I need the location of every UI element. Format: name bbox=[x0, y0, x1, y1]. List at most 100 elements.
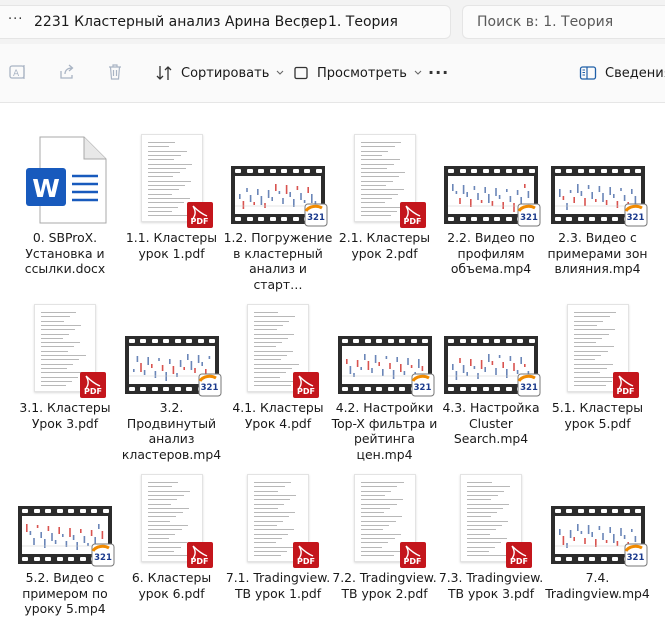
breadcrumb-current-folder[interactable]: 1. Теория bbox=[328, 14, 398, 30]
film-sprocket-hole bbox=[600, 557, 607, 561]
page-text-line bbox=[467, 503, 510, 505]
breadcrumb-parent-folder[interactable]: 2231 Кластерный анализ Арина Веспер bbox=[34, 14, 327, 30]
page-text-line bbox=[147, 503, 172, 505]
page-text-line bbox=[573, 342, 597, 344]
file-thumbnail: PDF bbox=[117, 468, 227, 568]
svg-text:A: A bbox=[13, 69, 20, 79]
file-name: 2.3. Видео с примерами зон влияния.mp4 bbox=[547, 230, 648, 276]
media-player-icon: 321 bbox=[90, 542, 116, 568]
sort-button[interactable]: Сортировать bbox=[155, 59, 292, 87]
file-name: 1.2. Погружение в кластерный анализ и ст… bbox=[223, 230, 333, 292]
chevron-right-icon[interactable] bbox=[300, 15, 310, 34]
film-sprocket-hole bbox=[612, 169, 618, 173]
pdf-badge-label: PDF bbox=[297, 387, 315, 396]
film-sprocket-hole bbox=[281, 217, 287, 221]
film-sprocket-hole bbox=[566, 509, 572, 513]
chevron-down-icon bbox=[276, 70, 284, 75]
svg-text:W: W bbox=[32, 174, 60, 203]
film-sprocket-hole bbox=[612, 557, 618, 561]
page-text-line bbox=[254, 372, 287, 374]
page-text-line bbox=[147, 494, 184, 496]
film-sprocket-hole bbox=[140, 387, 146, 391]
address-bar[interactable]: ··· 2231 Кластерный анализ Арина Веспер … bbox=[0, 5, 451, 39]
film-sprocket-hole bbox=[471, 339, 477, 343]
page-text-line bbox=[254, 490, 279, 492]
film-sprocket-hole bbox=[281, 169, 287, 173]
page-text-line bbox=[573, 337, 603, 339]
film-sprocket-hole bbox=[623, 169, 630, 173]
page-text-line bbox=[41, 312, 77, 313]
film-sprocket-hole bbox=[517, 169, 523, 173]
film-sprocket-hole bbox=[410, 339, 417, 343]
page-text-line bbox=[254, 529, 295, 531]
page-text-line bbox=[147, 512, 183, 514]
file-thumbnail: 321 bbox=[223, 128, 333, 228]
film-sprocket-hole bbox=[589, 509, 595, 513]
media-player-icon: 321 bbox=[623, 202, 649, 228]
file-thumbnail: PDF bbox=[223, 298, 333, 398]
film-sprocket-hole bbox=[566, 557, 572, 561]
share-icon[interactable] bbox=[57, 62, 77, 82]
page-text-line bbox=[360, 146, 395, 148]
film-sprocket-hole bbox=[600, 509, 607, 513]
page-text-line bbox=[360, 550, 400, 552]
page-text-line bbox=[254, 546, 294, 548]
address-more-button[interactable]: ··· bbox=[8, 12, 23, 27]
page-text-line bbox=[360, 176, 399, 178]
page-text-line bbox=[147, 206, 178, 208]
film-sprocket-hole bbox=[528, 339, 535, 343]
rename-icon[interactable]: A bbox=[8, 62, 28, 82]
pdf-badge-label: PDF bbox=[190, 217, 209, 226]
search-box[interactable] bbox=[462, 5, 665, 39]
page-text-line bbox=[467, 512, 497, 514]
search-input[interactable] bbox=[463, 6, 665, 38]
page-text-line bbox=[467, 525, 503, 526]
page-text-line bbox=[41, 372, 85, 374]
pdf-badge-icon: PDF bbox=[399, 202, 426, 228]
address-bar-row: ··· 2231 Кластерный анализ Арина Веспер … bbox=[0, 0, 665, 44]
media-player-icon: 321 bbox=[516, 372, 542, 398]
page-text-line bbox=[360, 193, 398, 195]
file-name: 5.2. Видео с примером по уроку 5.mp4 bbox=[22, 570, 108, 616]
page-text-line bbox=[254, 346, 276, 348]
film-sprocket-hole bbox=[102, 509, 109, 513]
film-sprocket-hole bbox=[505, 217, 512, 221]
details-button[interactable]: Сведения bbox=[579, 59, 665, 87]
page-text-line bbox=[467, 542, 502, 544]
film-sprocket-hole bbox=[163, 339, 169, 343]
film-sprocket-hole bbox=[577, 557, 584, 561]
file-name: 7.2. Tradingview. ТВ урок 2.pdf bbox=[332, 570, 437, 601]
film-sprocket-hole bbox=[140, 339, 146, 343]
media-player-label: 321 bbox=[520, 213, 538, 223]
page-text-line bbox=[573, 324, 598, 326]
film-sprocket-hole bbox=[186, 339, 192, 343]
view-button[interactable]: Просмотреть bbox=[293, 59, 430, 87]
film-sprocket-hole bbox=[505, 169, 512, 173]
file-thumbnail: PDF bbox=[436, 468, 546, 568]
page-text-line bbox=[254, 520, 283, 522]
page-text-line bbox=[147, 176, 174, 178]
page-text-line bbox=[360, 189, 405, 191]
film-sprocket-hole bbox=[554, 557, 561, 561]
pdf-badge-label: PDF bbox=[297, 557, 315, 566]
page-text-line bbox=[360, 180, 393, 182]
page-text-line bbox=[254, 367, 293, 369]
page-text-line bbox=[360, 507, 391, 509]
film-sprocket-hole bbox=[554, 217, 561, 221]
film-sprocket-hole bbox=[235, 169, 241, 173]
page-text-line bbox=[41, 376, 79, 378]
film-sprocket-hole bbox=[387, 339, 394, 343]
media-player-label: 321 bbox=[626, 553, 645, 563]
page-text-line bbox=[573, 359, 596, 361]
page-text-line bbox=[147, 486, 172, 488]
page-text-line bbox=[573, 380, 612, 382]
delete-icon[interactable] bbox=[105, 62, 125, 82]
film-sprocket-hole bbox=[269, 217, 276, 221]
page-text-line bbox=[360, 486, 398, 488]
page-text-line bbox=[573, 320, 604, 322]
film-sprocket-hole bbox=[589, 169, 595, 173]
film-sprocket-hole bbox=[56, 557, 63, 561]
more-options-button[interactable]: ··· bbox=[428, 63, 449, 82]
media-player-icon: 321 bbox=[303, 202, 329, 228]
page-text-line bbox=[254, 542, 276, 544]
